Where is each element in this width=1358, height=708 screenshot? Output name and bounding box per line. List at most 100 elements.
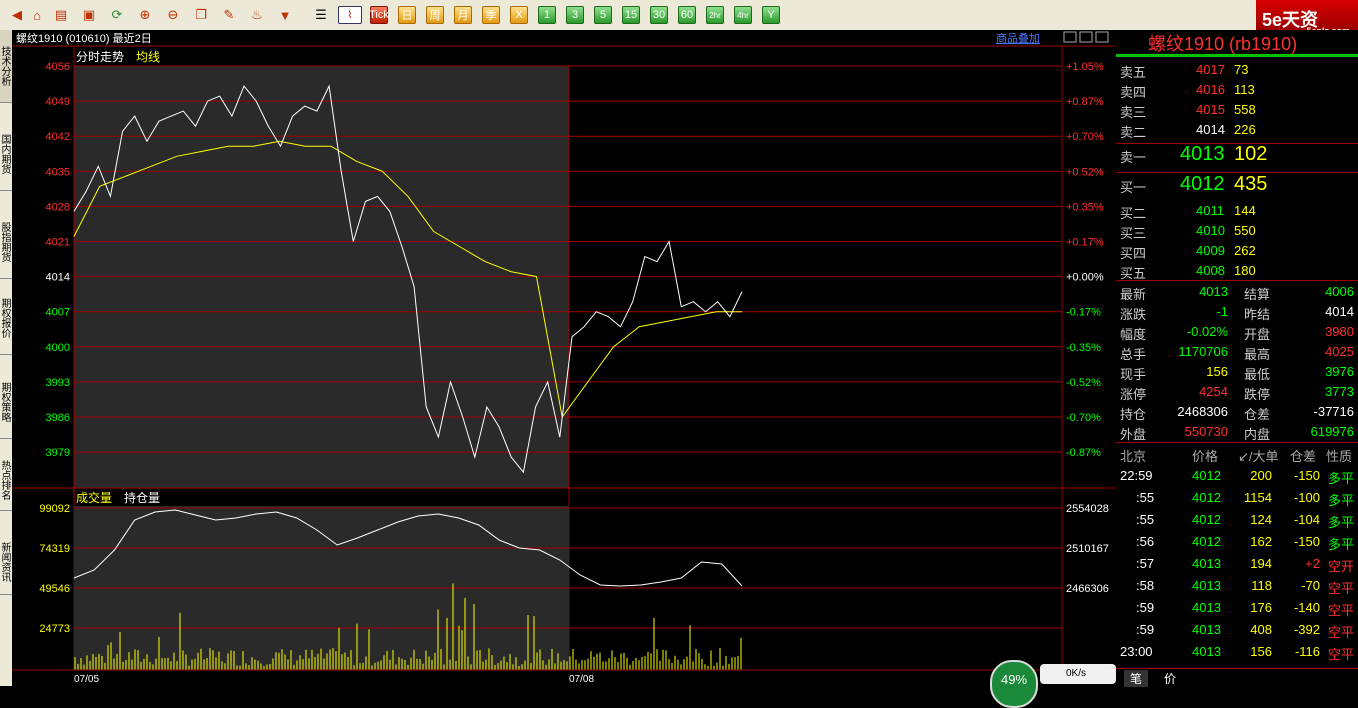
date-label-1: 07/05 <box>74 674 99 685</box>
volume-tick-label: 74319 <box>39 543 70 555</box>
table-icon[interactable]: ☰ <box>312 6 330 24</box>
price-tick-label: 3979 <box>46 447 70 459</box>
ask-row: 卖二 4014 226 <box>1120 122 1256 140</box>
pct-tick-label: -0.52% <box>1066 377 1101 389</box>
bid1-row: 买一 4012 435 <box>1120 173 1268 195</box>
period-tick[interactable]: Tick <box>369 6 389 24</box>
pct-tick-label: +0.00% <box>1066 272 1104 284</box>
ticks-header: 北京 价格 ↙/大单 仓差 性质 <box>1120 449 1353 464</box>
zoom-out-icon[interactable]: ⊖ <box>164 6 182 24</box>
period-4hr[interactable]: 4hr <box>734 6 752 24</box>
overlay-link[interactable]: 商品叠加 <box>996 31 1040 45</box>
intraday-chart[interactable]: 螺纹1910 (010610) 最近2日 商品叠加 分时走势 均线 4056 40… <box>12 30 1116 686</box>
period-week[interactable]: 周 <box>426 6 444 24</box>
pct-tick-label: -0.35% <box>1066 342 1101 354</box>
period-3[interactable]: 3 <box>566 6 584 24</box>
pct-tick-label: -0.17% <box>1066 307 1101 319</box>
period-quarter[interactable]: 季 <box>482 6 500 24</box>
price-tick-label: 4035 <box>46 166 70 178</box>
panel-title: 螺纹1910 (rb1910) <box>1148 34 1298 54</box>
ask1-row: 卖一 4013 102 <box>1120 143 1268 165</box>
status-widget: 49% 0K/s <box>990 660 1116 708</box>
quote-panel: 螺纹1910 (rb1910) 卖一 4013 102 买一 4012 435 … <box>1116 30 1358 686</box>
zoom-in-icon[interactable]: ⊕ <box>136 6 154 24</box>
stat-row: 持仓 2468306 仓差 -37716 <box>1120 404 1354 422</box>
f10-icon[interactable]: ▣ <box>80 6 98 24</box>
pct-tick-label: +0.70% <box>1066 131 1104 143</box>
price-tick-label: 4049 <box>46 96 70 108</box>
period-y[interactable]: Y <box>762 6 780 24</box>
tab-index-futures[interactable]: 股指期货 <box>0 206 12 279</box>
period-x[interactable]: X <box>510 6 528 24</box>
period-60[interactable]: 60 <box>678 6 696 24</box>
period-month[interactable]: 月 <box>454 6 472 24</box>
draw-icon[interactable]: ✎ <box>220 6 238 24</box>
tab-options-quote[interactable]: 期权报价 <box>0 282 12 355</box>
tick-row: :56 4012 162 -150 多平 <box>1136 534 1355 552</box>
bid-row: 买三 4010 550 <box>1120 223 1256 241</box>
oi-tick-label: 2466306 <box>1066 583 1109 595</box>
period-15[interactable]: 15 <box>622 6 640 24</box>
tick-row: :55 4012 1154 -100 多平 <box>1136 490 1355 508</box>
pct-tick-label: -0.87% <box>1066 447 1101 459</box>
tick-row: 22:59 4012 200 -150 多平 <box>1120 468 1355 486</box>
fenshi-label: 分时走势 <box>76 50 124 64</box>
price-tick-label: 4042 <box>46 131 70 143</box>
tab-options-strategy[interactable]: 期权策略 <box>0 366 12 439</box>
pct-tick-label: +0.87% <box>1066 96 1104 108</box>
pct-tick-label: -0.70% <box>1066 412 1101 424</box>
speed-readout: 0K/s <box>1040 664 1116 684</box>
period-day[interactable]: 日 <box>398 6 416 24</box>
period-5[interactable]: 5 <box>594 6 612 24</box>
pct-tick-label: +1.05% <box>1066 61 1104 73</box>
tab-jia[interactable]: 价 <box>1164 670 1176 687</box>
bid-row: 买二 4011 144 <box>1120 203 1256 221</box>
progress-gauge: 49% <box>990 660 1038 708</box>
tab-domestic-futures[interactable]: 国内期货 <box>0 118 12 191</box>
volume-label: 成交量 <box>76 490 112 505</box>
home-icon[interactable]: ⌂ <box>28 6 46 24</box>
tab-news[interactable]: 新闻资讯 <box>0 530 12 595</box>
stat-row: 涨停 4254 跌停 3773 <box>1120 384 1354 402</box>
price-tick-label: 4056 <box>46 61 70 73</box>
ask-row: 卖四 4016 113 <box>1120 82 1255 100</box>
refresh-icon[interactable]: ⟳ <box>108 6 126 24</box>
oi-tick-label: 2554028 <box>1066 503 1109 515</box>
tick-row: :59 4013 408 -392 空平 <box>1136 622 1355 640</box>
chart-header: 螺纹1910 (010610) 最近2日 <box>16 31 152 45</box>
list-icon[interactable]: ▤ <box>52 6 70 24</box>
tab-technical[interactable]: 技术分析 <box>0 30 12 103</box>
ask-row: 卖五 4017 73 <box>1120 62 1249 80</box>
chart-icon[interactable]: ⌇ <box>338 6 362 24</box>
volume-tick-label: 99092 <box>39 503 70 515</box>
bid-row: 买五 4008 180 <box>1120 263 1256 281</box>
price-tick-label: 4021 <box>46 237 70 249</box>
price-tick-label: 3993 <box>46 377 70 389</box>
price-tick-label: 4000 <box>46 342 70 354</box>
date-label-2: 07/08 <box>569 674 594 685</box>
price-tick-label: 4007 <box>46 307 70 319</box>
period-30[interactable]: 30 <box>650 6 668 24</box>
tab-hot-ranking[interactable]: 热点排名 <box>0 450 12 511</box>
tick-row: :59 4013 176 -140 空平 <box>1136 600 1355 618</box>
oi-tick-label: 2510167 <box>1066 543 1109 555</box>
back-icon[interactable]: ◀ <box>8 6 26 24</box>
tick-row: :57 4013 194 +2 空开 <box>1136 556 1355 574</box>
period-2hr[interactable]: 2hr <box>706 6 724 24</box>
filter-icon[interactable]: ▼ <box>276 6 294 24</box>
period-1[interactable]: 1 <box>538 6 556 24</box>
volume-tick-label: 49546 <box>39 583 70 595</box>
ask-row: 卖三 4015 558 <box>1120 102 1256 120</box>
window-icon[interactable]: ❐ <box>192 6 210 24</box>
tab-bi[interactable]: 笔 <box>1124 670 1149 687</box>
pct-tick-label: +0.17% <box>1066 237 1104 249</box>
volume-tick-label: 24773 <box>39 623 70 635</box>
alert-icon[interactable]: ♨ <box>248 6 266 24</box>
toolbar: ◀ ⌂ ▤ ▣ ⟳ ⊕ ⊖ ❐ ✎ ♨ ▼ ☰ ⌇ Tick 日 周 月 季 X… <box>0 0 1358 31</box>
stat-row: 总手 1170706 最高 4025 <box>1120 344 1354 362</box>
tick-tabs: 笔 价 <box>1116 668 1358 687</box>
price-tick-label: 3986 <box>46 412 70 424</box>
price-tick-label: 4028 <box>46 201 70 213</box>
tick-row: :58 4013 118 -70 空平 <box>1136 578 1355 596</box>
oi-label: 持仓量 <box>124 490 160 505</box>
